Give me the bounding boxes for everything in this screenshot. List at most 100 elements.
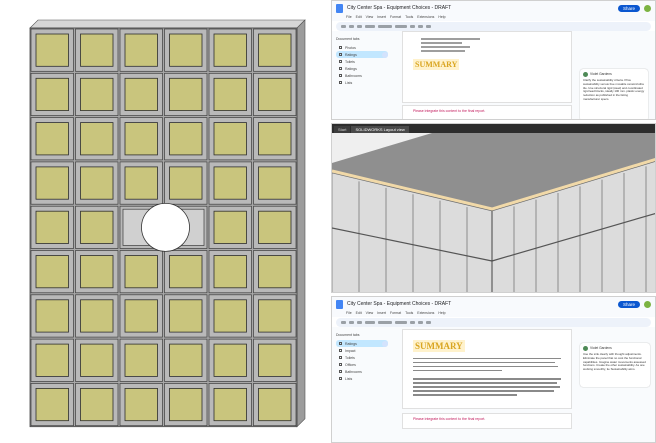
doc-body: Document tabs Ratings Impact Toilets Off… [332,327,655,442]
tile-panel [35,387,69,422]
outline-item[interactable]: Impact [336,347,388,354]
outline-item[interactable]: Toilets [336,58,388,65]
tile-panel [124,33,158,67]
doc-page-next[interactable]: Please integrate this content to the fin… [402,413,572,429]
menu-format[interactable]: Format [390,15,401,21]
doc-window-bottom: City Center Spa - Equipment Choices - DR… [331,296,656,443]
print-icon[interactable] [357,321,362,324]
underline-icon[interactable] [426,321,431,324]
integration-link-text[interactable]: Please integrate this content to the fin… [413,109,561,113]
menu-help[interactable]: Help [438,15,445,21]
tile-panel [80,77,114,112]
tile-panel [169,166,203,200]
italic-icon[interactable] [418,25,423,28]
tab-menu-icon[interactable] [382,51,388,58]
avatar[interactable] [644,300,651,308]
style-select[interactable] [378,25,392,28]
tile-panel [80,166,114,200]
tile-panel [213,33,247,67]
doc-page[interactable]: SUMMARY [402,31,572,103]
tile-panel [258,255,292,289]
outline-item[interactable]: Bathrooms [336,368,388,375]
style-select[interactable] [378,321,392,324]
cad-tab-layout[interactable]: SOLIDWORKS Layout view [351,126,409,133]
avatar[interactable] [644,4,651,12]
outline-item-active[interactable]: Ratings [336,51,388,58]
tile-panel [169,299,203,333]
tab-icon [339,81,342,84]
undo-icon[interactable] [341,25,346,28]
menu-format[interactable]: Format [390,311,401,317]
menu-edit[interactable]: Edit [356,15,362,21]
cad-window: Start SOLIDWORKS Layout view [331,123,656,293]
font-select[interactable] [395,321,407,324]
font-select[interactable] [395,25,407,28]
menu-tools[interactable]: Tools [405,311,413,317]
menu-edit[interactable]: Edit [356,311,362,317]
doc-titlebar: City Center Spa - Equipment Choices - DR… [332,297,655,311]
tab-icon [339,46,342,49]
comment-author: Violet Gardens [590,346,612,351]
cad-viewport[interactable] [332,133,655,292]
share-button[interactable]: Share [617,300,640,308]
outline-item[interactable]: Offices [336,361,388,368]
menu-insert[interactable]: Insert [377,311,386,317]
comment-card[interactable]: Violet Gardens Clarify the sustainabilit… [580,69,648,119]
tile-panel [258,77,292,112]
tab-icon [339,377,342,380]
doc-title[interactable]: City Center Spa - Equipment Choices - DR… [347,301,451,307]
menu-file[interactable]: File [346,311,352,317]
integration-link-text[interactable]: Please integrate this content to the fin… [413,417,561,421]
tile-panel [124,77,158,112]
doc-window-top: City Center Spa - Equipment Choices - DR… [331,0,656,120]
cad-render-front-view [0,0,327,443]
document-tabs-panel: Document tabs Photos Ratings Toilets Rat… [336,37,388,86]
zoom-select[interactable] [365,321,375,324]
docs-logo-icon [336,3,343,13]
commenter-avatar [583,346,588,351]
tile-panel [35,77,69,112]
tab-icon [339,363,342,366]
share-button[interactable]: Share [617,4,640,12]
tile-panel [35,33,69,67]
menu-extensions[interactable]: Extensions [417,311,434,317]
zoom-select[interactable] [365,25,375,28]
doc-page[interactable]: SUMMARY [402,329,572,409]
italic-icon[interactable] [418,321,423,324]
tile-panel [258,343,292,377]
commenter-avatar [583,72,588,77]
outline-item[interactable]: Bathrooms [336,72,388,79]
comment-text: Clarify the sustainability criteria. Pri… [583,79,645,101]
doc-title[interactable]: City Center Spa - Equipment Choices - DR… [347,5,451,11]
doc-page-next[interactable]: Please integrate this content to the fin… [402,105,572,119]
docs-logo-icon [336,299,343,309]
tab-icon [339,342,342,345]
redo-icon[interactable] [349,321,354,324]
bold-icon[interactable] [410,321,415,324]
outline-item[interactable]: Toilets [336,354,388,361]
menu-view[interactable]: View [366,311,374,317]
tile-panel [213,387,247,422]
menu-help[interactable]: Help [438,311,445,317]
redo-icon[interactable] [349,25,354,28]
outline-item[interactable]: Ratings [336,65,388,72]
menu-insert[interactable]: Insert [377,15,386,21]
outline-item[interactable]: Lists [336,79,388,86]
tab-menu-icon[interactable] [382,340,388,347]
comment-card[interactable]: Violet Gardens Use the sink clearly with… [580,343,650,387]
undo-icon[interactable] [341,321,346,324]
menu-extensions[interactable]: Extensions [417,15,434,21]
bold-icon[interactable] [410,25,415,28]
comment-text: Use the sink clearly with thought adjust… [583,353,646,372]
menu-tools[interactable]: Tools [405,15,413,21]
outline-item[interactable]: Photos [336,44,388,51]
outline-item[interactable]: Lists [336,375,388,382]
tile-panel [213,210,247,244]
tile-panel [258,166,292,200]
menu-file[interactable]: File [346,15,352,21]
print-icon[interactable] [357,25,362,28]
underline-icon[interactable] [426,25,431,28]
outline-item-active[interactable]: Ratings [336,340,388,347]
cad-tab-start[interactable]: Start [334,126,351,133]
menu-view[interactable]: View [366,15,374,21]
